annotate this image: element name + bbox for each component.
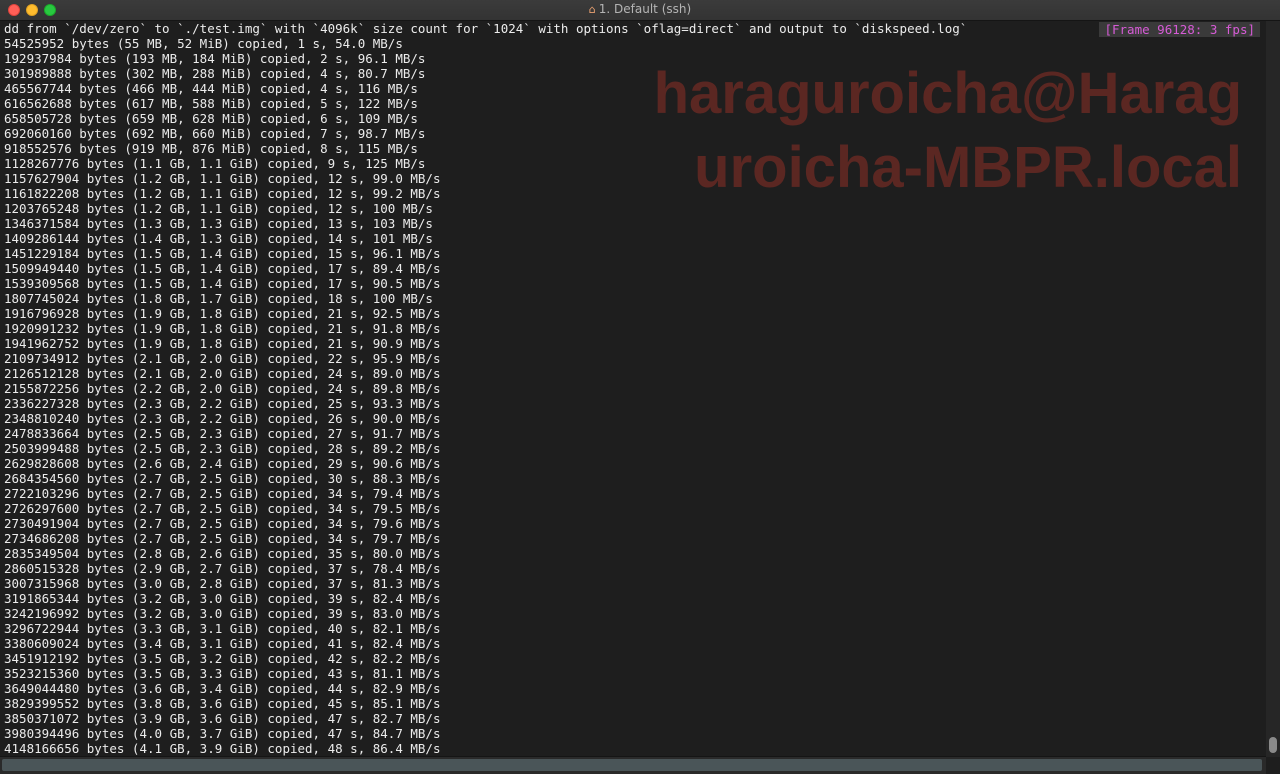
output-line: 3380609024 bytes (3.4 GB, 3.1 GiB) copie… — [4, 636, 441, 651]
output-line: 3523215360 bytes (3.5 GB, 3.3 GiB) copie… — [4, 666, 441, 681]
output-line: 1916796928 bytes (1.9 GB, 1.8 GiB) copie… — [4, 306, 441, 321]
window-title-text: 1. Default (ssh) — [598, 2, 692, 16]
output-line: 465567744 bytes (466 MB, 444 MiB) copied… — [4, 81, 418, 96]
output-line: 692060160 bytes (692 MB, 660 MiB) copied… — [4, 126, 426, 141]
output-line: 2629828608 bytes (2.6 GB, 2.4 GiB) copie… — [4, 456, 441, 471]
output-line: 1807745024 bytes (1.8 GB, 1.7 GiB) copie… — [4, 291, 433, 306]
output-line: 2835349504 bytes (2.8 GB, 2.6 GiB) copie… — [4, 546, 441, 561]
home-icon: ⌂ — [588, 3, 596, 16]
output-line: 3191865344 bytes (3.2 GB, 3.0 GiB) copie… — [4, 591, 441, 606]
output-line: 1409286144 bytes (1.4 GB, 1.3 GiB) copie… — [4, 231, 433, 246]
output-line: 2109734912 bytes (2.1 GB, 2.0 GiB) copie… — [4, 351, 441, 366]
output-line: 918552576 bytes (919 MB, 876 MiB) copied… — [4, 141, 418, 156]
terminal-output[interactable]: dd from `/dev/zero` to `./test.img` with… — [0, 21, 1266, 757]
output-lines: 54525952 bytes (55 MB, 52 MiB) copied, 1… — [0, 36, 1266, 756]
output-line: 192937984 bytes (193 MB, 184 MiB) copied… — [4, 51, 426, 66]
horizontal-scrollbar[interactable] — [0, 756, 1266, 774]
output-line: 2126512128 bytes (2.1 GB, 2.0 GiB) copie… — [4, 366, 441, 381]
output-line: 1157627904 bytes (1.2 GB, 1.1 GiB) copie… — [4, 171, 441, 186]
output-line: 1451229184 bytes (1.5 GB, 1.4 GiB) copie… — [4, 246, 441, 261]
output-line: 3007315968 bytes (3.0 GB, 2.8 GiB) copie… — [4, 576, 441, 591]
terminal-window: ⌂ 1. Default (ssh) dd from `/dev/zero` to… — [0, 0, 1280, 774]
output-line: 1203765248 bytes (1.2 GB, 1.1 GiB) copie… — [4, 201, 433, 216]
output-line: 1920991232 bytes (1.9 GB, 1.8 GiB) copie… — [4, 321, 441, 336]
command-line: dd from `/dev/zero` to `./test.img` with… — [4, 21, 968, 36]
output-line: 658505728 bytes (659 MB, 628 MiB) copied… — [4, 111, 418, 126]
output-line: 301989888 bytes (302 MB, 288 MiB) copied… — [4, 66, 426, 81]
vertical-scroll-thumb[interactable] — [1269, 737, 1277, 753]
output-line: 2155872256 bytes (2.2 GB, 2.0 GiB) copie… — [4, 381, 441, 396]
vertical-scrollbar[interactable] — [1266, 21, 1280, 757]
output-line: 3649044480 bytes (3.6 GB, 3.4 GiB) copie… — [4, 681, 441, 696]
output-line: 3242196992 bytes (3.2 GB, 3.0 GiB) copie… — [4, 606, 441, 621]
output-line: 1539309568 bytes (1.5 GB, 1.4 GiB) copie… — [4, 276, 441, 291]
output-line: 2722103296 bytes (2.7 GB, 2.5 GiB) copie… — [4, 486, 441, 501]
output-line: 1161822208 bytes (1.2 GB, 1.1 GiB) copie… — [4, 186, 441, 201]
output-line: 2336227328 bytes (2.3 GB, 2.2 GiB) copie… — [4, 396, 441, 411]
output-line: 2730491904 bytes (2.7 GB, 2.5 GiB) copie… — [4, 516, 441, 531]
output-line: 2503999488 bytes (2.5 GB, 2.3 GiB) copie… — [4, 441, 441, 456]
output-line: 1128267776 bytes (1.1 GB, 1.1 GiB) copie… — [4, 156, 426, 171]
output-line: 2684354560 bytes (2.7 GB, 2.5 GiB) copie… — [4, 471, 441, 486]
output-line: 3451912192 bytes (3.5 GB, 3.2 GiB) copie… — [4, 651, 441, 666]
frame-indicator: [Frame 96128: 3 fps] — [1099, 22, 1260, 37]
output-line: 2478833664 bytes (2.5 GB, 2.3 GiB) copie… — [4, 426, 441, 441]
output-line: 1509949440 bytes (1.5 GB, 1.4 GiB) copie… — [4, 261, 441, 276]
window-title: ⌂ 1. Default (ssh) — [0, 2, 1280, 16]
output-line: 2726297600 bytes (2.7 GB, 2.5 GiB) copie… — [4, 501, 441, 516]
output-line: 3980394496 bytes (4.0 GB, 3.7 GiB) copie… — [4, 726, 441, 741]
horizontal-scroll-thumb[interactable] — [2, 759, 1262, 771]
output-line: 54525952 bytes (55 MB, 52 MiB) copied, 1… — [4, 36, 403, 51]
output-line: 616562688 bytes (617 MB, 588 MiB) copied… — [4, 96, 418, 111]
output-line: 3829399552 bytes (3.8 GB, 3.6 GiB) copie… — [4, 696, 441, 711]
title-bar[interactable]: ⌂ 1. Default (ssh) — [0, 0, 1280, 21]
output-line: 1941962752 bytes (1.9 GB, 1.8 GiB) copie… — [4, 336, 441, 351]
output-line: 3850371072 bytes (3.9 GB, 3.6 GiB) copie… — [4, 711, 441, 726]
output-line: 2860515328 bytes (2.9 GB, 2.7 GiB) copie… — [4, 561, 441, 576]
output-line: 2348810240 bytes (2.3 GB, 2.2 GiB) copie… — [4, 411, 441, 426]
output-line: 3296722944 bytes (3.3 GB, 3.1 GiB) copie… — [4, 621, 441, 636]
output-line: 1346371584 bytes (1.3 GB, 1.3 GiB) copie… — [4, 216, 433, 231]
output-line: 4148166656 bytes (4.1 GB, 3.9 GiB) copie… — [4, 741, 441, 756]
output-line: 2734686208 bytes (2.7 GB, 2.5 GiB) copie… — [4, 531, 441, 546]
